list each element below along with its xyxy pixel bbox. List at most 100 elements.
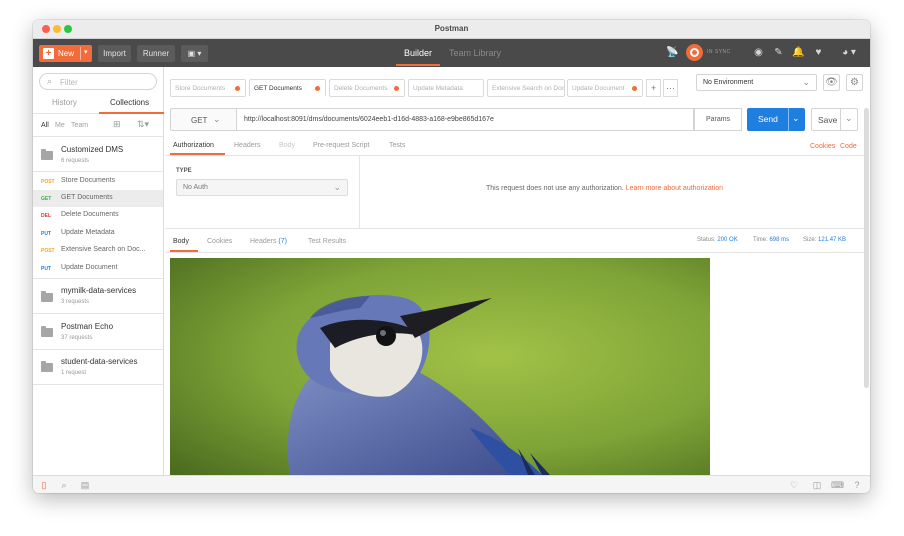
list-item[interactable]: PUT Update Metadata (33, 225, 163, 242)
status-label: Status: (697, 237, 716, 243)
learn-more-auth-link[interactable]: Learn more about authorization (626, 185, 723, 192)
collection-count: 1 request (61, 370, 87, 376)
request-tab[interactable]: Update Document (567, 79, 643, 97)
filter-team[interactable]: Team (71, 122, 88, 129)
request-name: Update Document (61, 264, 118, 271)
new-window-button[interactable]: ▣ ▾ (181, 45, 208, 62)
save-button[interactable]: Save ⌄ (811, 108, 858, 131)
tab-response-body[interactable]: Body (173, 238, 189, 245)
sidebar-toggle-icon[interactable]: ▯ (38, 479, 50, 491)
scrollbar[interactable] (864, 108, 869, 388)
sidebar-divider (33, 313, 163, 314)
satellite-icon[interactable]: ◉ (752, 46, 765, 59)
save-button-separator (840, 109, 841, 130)
search-icon[interactable]: ⌕ (58, 479, 70, 491)
method-badge: PUT (41, 266, 51, 272)
interceptor-icon[interactable]: 📡 (666, 46, 679, 59)
tab-builder[interactable]: Builder (404, 48, 432, 58)
tab-team-library[interactable]: Team Library (449, 48, 501, 58)
request-tab-active[interactable]: GET Documents (249, 79, 326, 97)
user-avatar-icon[interactable]: ◕ ▾ (839, 46, 859, 59)
wrench-icon[interactable]: ✎ (772, 46, 785, 59)
cookies-link[interactable]: Cookies (810, 143, 835, 150)
tab-options-icon[interactable]: ⋯ (663, 79, 678, 97)
url-value: http://localhost:8091/dms/documents/6024… (244, 116, 494, 123)
unsaved-dot-icon (315, 86, 320, 91)
request-name: Extensive Search on Doc... (61, 246, 146, 253)
method-select[interactable]: GET ⌄ (170, 108, 237, 131)
environment-value: No Environment (703, 79, 754, 86)
sync-icon[interactable] (686, 44, 703, 61)
filter-input[interactable]: ⌕ Filter (39, 73, 157, 90)
collection-name[interactable]: Customized DMS (61, 145, 123, 154)
tab-body[interactable]: Body (279, 142, 295, 149)
sidebar-divider (33, 349, 163, 350)
send-button[interactable]: Send ⌄ (747, 108, 805, 131)
auth-type-value: No Auth (183, 184, 208, 191)
filter-all[interactable]: All (41, 122, 49, 129)
method-badge: POST (41, 248, 55, 254)
list-item[interactable]: PUT Update Document (33, 260, 163, 277)
tab-tests[interactable]: Tests (389, 142, 405, 149)
folder-icon (41, 291, 53, 302)
auth-type-select[interactable]: No Auth ⌄ (176, 179, 348, 196)
chevron-down-icon: ⌄ (333, 182, 341, 192)
tab-history[interactable]: History (52, 98, 77, 107)
lightbulb-icon[interactable]: ♡ (788, 479, 800, 491)
response-time: Time: 698 ms (753, 237, 789, 243)
request-tab[interactable]: Store Documents (170, 79, 246, 97)
response-headers-label: Headers (250, 238, 277, 245)
status-value: 200 OK (717, 237, 738, 243)
add-tab-button[interactable]: + (646, 79, 661, 97)
heart-icon[interactable]: ♥ (812, 46, 825, 59)
chevron-down-icon[interactable]: ⌄ (792, 113, 800, 124)
tab-response-headers[interactable]: Headers (7) (250, 238, 287, 245)
sidebar: ⌕ Filter History Collections All Me Team… (33, 67, 164, 475)
unsaved-dot-icon (394, 86, 399, 91)
keyboard-icon[interactable]: ⌨ (831, 479, 844, 491)
gear-icon[interactable]: ⚙ (846, 74, 863, 91)
params-button[interactable]: Params (694, 108, 742, 131)
tab-authorization[interactable]: Authorization (173, 142, 214, 149)
tab-response-cookies[interactable]: Cookies (207, 238, 232, 245)
request-tab[interactable]: Update Metadata (408, 79, 484, 97)
response-image (170, 258, 710, 475)
sort-icon[interactable]: ⇅▾ (137, 119, 149, 130)
tab-collections[interactable]: Collections (110, 98, 149, 107)
list-item[interactable]: POST Store Documents (33, 173, 163, 190)
list-item-selected[interactable]: GET GET Documents (33, 190, 163, 207)
header-toolbar: + New ▾ Import Runner ▣ ▾ Builder Team L… (33, 39, 870, 67)
collection-name[interactable]: mymilk-data-services (61, 286, 136, 295)
request-tab[interactable]: Extensive Search on Doc (487, 79, 565, 97)
runner-button[interactable]: Runner (137, 45, 175, 62)
import-button[interactable]: Import (98, 45, 131, 62)
tab-test-results[interactable]: Test Results (308, 238, 346, 245)
chevron-down-icon[interactable]: ▾ (84, 48, 88, 56)
sidebar-divider (33, 384, 163, 385)
new-collection-icon[interactable]: ⊞ (113, 119, 121, 130)
list-item[interactable]: POST Extensive Search on Doc... (33, 242, 163, 259)
bell-icon[interactable]: 🔔 (792, 46, 805, 59)
tab-pre-request-script[interactable]: Pre-request Script (313, 142, 369, 149)
eye-icon[interactable]: 👁 (823, 74, 840, 91)
code-link[interactable]: Code (840, 143, 857, 150)
tab-headers[interactable]: Headers (234, 142, 260, 149)
request-tab[interactable]: Delete Documents (329, 79, 405, 97)
headers-count: (7) (278, 238, 287, 245)
response-status: Status: 200 OK (697, 237, 738, 243)
two-pane-icon[interactable]: ◫ (811, 479, 823, 491)
new-button[interactable]: + New ▾ (39, 45, 92, 62)
console-icon[interactable]: ▤ (79, 479, 91, 491)
request-name: Store Documents (61, 177, 116, 184)
collection-name[interactable]: Postman Echo (61, 322, 113, 331)
time-value: 698 ms (769, 237, 790, 243)
filter-me[interactable]: Me (55, 122, 65, 129)
help-icon[interactable]: ? (851, 479, 863, 491)
request-tab-label: Update Metadata (413, 85, 463, 92)
environment-select[interactable]: No Environment ⌄ (696, 74, 817, 91)
folder-icon (41, 149, 53, 160)
list-item[interactable]: DEL Delete Documents (33, 207, 163, 224)
collection-name[interactable]: student-data-services (61, 357, 137, 366)
chevron-down-icon[interactable]: ⌄ (845, 113, 853, 124)
url-input[interactable]: http://localhost:8091/dms/documents/6024… (237, 108, 694, 131)
